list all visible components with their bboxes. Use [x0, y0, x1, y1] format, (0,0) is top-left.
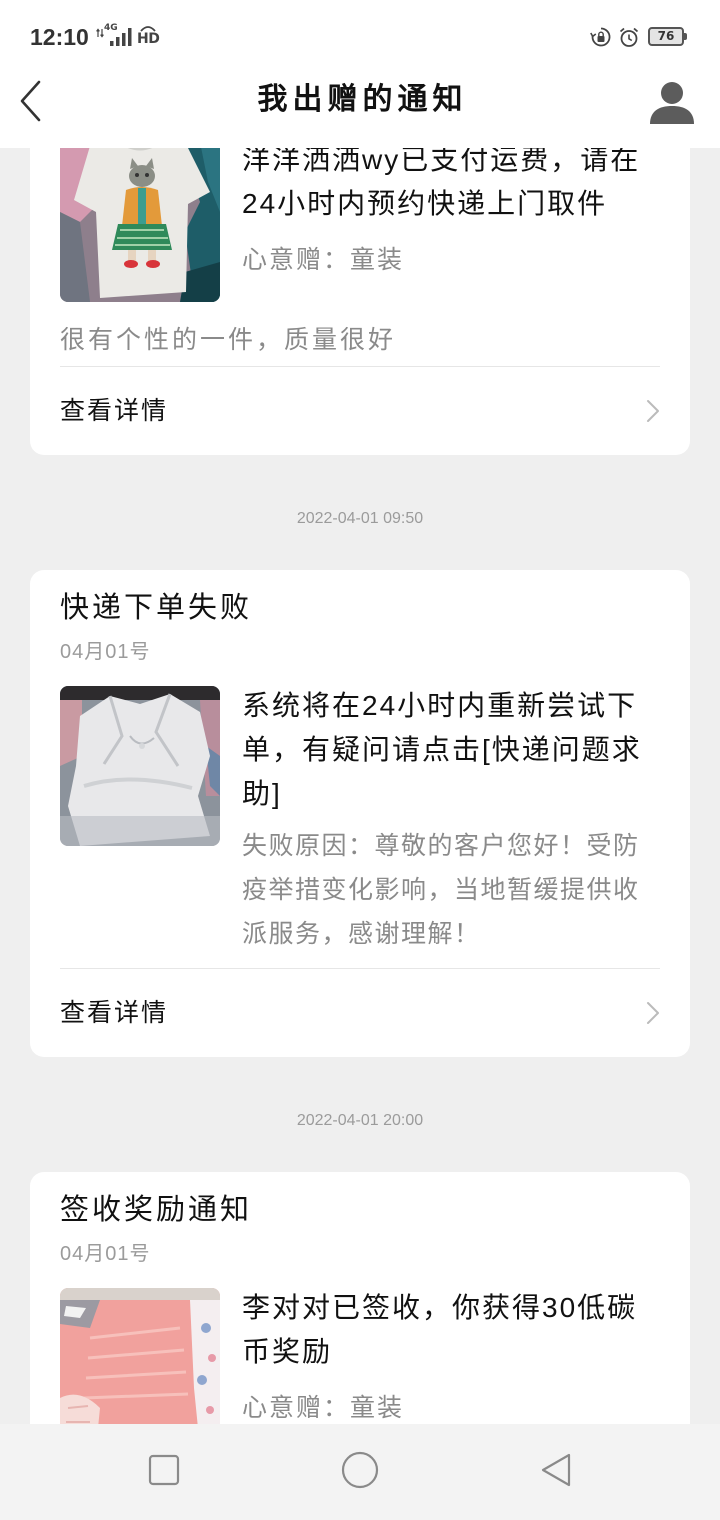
notification-list[interactable]: 洋洋洒洒wy已支付运费，请在24小时内预约快递上门取件 心意赠：童装 很有个性的…: [0, 148, 720, 1424]
gift-thumbnail: [60, 1288, 220, 1424]
notification-text: 系统将在24小时内重新尝试下单，有疑问请点击[快递问题求助] 失败原因：尊敬的客…: [242, 684, 642, 956]
failure-reason: 失败原因：尊敬的客户您好！受防疫举措变化影响，当地暂缓提供收派服务，感谢理解！: [242, 832, 640, 948]
view-details-row[interactable]: 查看详情: [60, 969, 660, 1057]
gift-thumbnail: [60, 686, 220, 846]
view-details-label: 查看详情: [60, 397, 169, 425]
notification-message: 洋洋洒洒wy已支付运费，请在24小时内预约快递上门取件: [242, 148, 641, 219]
view-details-row[interactable]: 查看详情: [60, 367, 660, 455]
notification-feed: 洋洋洒洒wy已支付运费，请在24小时内预约快递上门取件 心意赠：童装 很有个性的…: [0, 148, 720, 1424]
system-back-button[interactable]: [532, 1448, 580, 1496]
app-header: 我出赠的通知: [0, 70, 720, 148]
hd-label: HD: [137, 31, 160, 47]
notification-message: 李对对已签收，你获得30低碳币奖励: [242, 1292, 638, 1367]
gift-thumbnail: [60, 148, 220, 302]
profile-button[interactable]: [648, 78, 696, 126]
chevron-right-icon: [646, 1001, 660, 1025]
gift-info: 心意赠：童装: [242, 1394, 405, 1422]
battery-level: 76: [657, 29, 675, 43]
notification-title: 快递下单失败: [60, 592, 253, 624]
notification-date: 04月01号: [60, 1243, 151, 1265]
page-title: 我出赠的通知: [257, 83, 468, 116]
recent-apps-icon: [148, 1454, 180, 1491]
hd-voice-icon: HD: [136, 24, 160, 48]
recent-apps-button[interactable]: [140, 1448, 188, 1496]
system-nav-bar: [0, 1424, 720, 1520]
notification-text: 李对对已签收，你获得30低碳币奖励 心意赠：童装: [242, 1286, 642, 1424]
home-icon: [340, 1450, 380, 1495]
notification-card: 快递下单失败 04月01号 系统将在24小时内重新尝试下单，有疑问请点击[快递问…: [30, 570, 690, 1057]
chevron-right-icon: [646, 399, 660, 423]
notification-body: 洋洋洒洒wy已支付运费，请在24小时内预约快递上门取件 心意赠：童装: [60, 148, 660, 302]
notification-title: 签收奖励通知: [60, 1194, 253, 1226]
phone-screen: 12:10 4G HD 76 我出赠的通知 洋洋洒洒wy已支付运费，请在24小时…: [0, 0, 720, 1520]
signal-icon: [110, 28, 132, 46]
status-bar: 12:10 4G HD 76: [0, 0, 720, 70]
data-activity-icon: [96, 25, 104, 38]
alarm-icon: [618, 26, 640, 48]
notification-timestamp: 2022-04-01 20:00: [296, 1112, 424, 1129]
battery-icon: 76: [648, 27, 687, 46]
notification-text: 洋洋洒洒wy已支付运费，请在24小时内预约快递上门取件 心意赠：童装: [242, 148, 642, 282]
user-avatar-icon: [648, 78, 696, 126]
notification-body: 李对对已签收，你获得30低碳币奖励 心意赠：童装: [60, 1288, 660, 1424]
notification-body: 系统将在24小时内重新尝试下单，有疑问请点击[快递问题求助] 失败原因：尊敬的客…: [60, 686, 660, 956]
gift-info: 心意赠：童装: [242, 246, 405, 274]
notification-card: 洋洋洒洒wy已支付运费，请在24小时内预约快递上门取件 心意赠：童装 很有个性的…: [30, 148, 690, 455]
rotation-lock-icon: [590, 26, 612, 48]
gift-description: 很有个性的一件，质量很好: [60, 326, 397, 354]
home-button[interactable]: [336, 1448, 384, 1496]
view-details-label: 查看详情: [60, 999, 169, 1027]
notification-date: 04月01号: [60, 641, 151, 663]
status-time: 12:10: [30, 24, 89, 50]
notification-message: 系统将在24小时内重新尝试下单，有疑问请点击[快递问题求助]: [242, 690, 642, 809]
notification-timestamp: 2022-04-01 09:50: [296, 510, 424, 527]
back-triangle-icon: [538, 1452, 574, 1493]
notification-card: 签收奖励通知 04月01号 李对对已签收，你获得30低碳币奖励 心意赠：童装: [30, 1172, 690, 1424]
